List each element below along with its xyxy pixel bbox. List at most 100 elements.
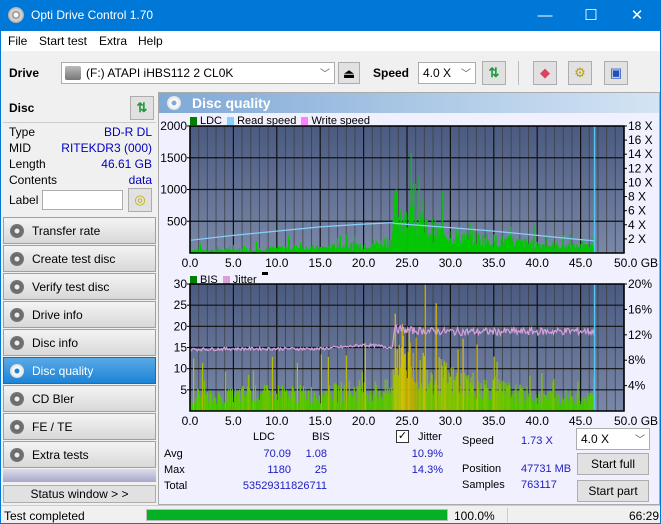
- disc-refresh-button[interactable]: ⇅: [130, 96, 154, 120]
- window-title: Opti Drive Control 1.70: [31, 8, 154, 22]
- nav-create-test-disc[interactable]: Create test disc: [3, 245, 156, 272]
- y2-tick-label: 16 X: [628, 133, 653, 147]
- x-tick-label: 20.0: [352, 414, 376, 428]
- nav-verify-test-disc[interactable]: Verify test disc: [3, 273, 156, 300]
- menu-extra[interactable]: Extra: [99, 34, 127, 48]
- status-window-button[interactable]: Status window > >: [3, 485, 156, 503]
- disc-label-button[interactable]: ◎: [128, 188, 152, 212]
- position-value: 47731 MB: [521, 463, 572, 475]
- x-tick-label: 20.0: [352, 256, 376, 270]
- drive-select[interactable]: (F:) ATAPI iHBS112 2 CL0K ﹀: [61, 62, 335, 84]
- avg-bis: 1.08: [305, 448, 327, 460]
- settings-button[interactable]: ⚙: [568, 61, 592, 85]
- start-full-button[interactable]: Start full: [577, 453, 649, 475]
- y2-tick-label: 4%: [628, 379, 646, 393]
- x-tick-label: 50.0 GB: [614, 256, 658, 270]
- elapsed-time: 66:29: [629, 509, 660, 523]
- info-value: 46.61 GB: [101, 157, 152, 171]
- divider: [507, 508, 508, 522]
- max-label: Max: [164, 464, 185, 476]
- chevron-down-icon: ﹀: [320, 69, 330, 80]
- disc-title: Disc: [9, 101, 35, 115]
- x-tick-label: 50.0 GB: [614, 414, 658, 428]
- chevron-down-icon: ﹀: [461, 69, 471, 80]
- disc-icon: [10, 336, 24, 350]
- col-bis-header: BIS: [312, 431, 330, 443]
- save-button[interactable]: ▣: [604, 61, 628, 85]
- ldc-chart: 5001000150020002 X4 X6 X8 X10 X12 X14 X1…: [160, 119, 658, 270]
- x-tick-label: 25.0: [395, 414, 419, 428]
- disc-mid-row: MID RITEKDR3 (000): [9, 141, 152, 155]
- test-speed-select[interactable]: 4.0 X ﹀: [576, 428, 650, 450]
- start-part-button[interactable]: Start part: [577, 480, 649, 502]
- save-icon: ▣: [609, 65, 623, 80]
- menu-file[interactable]: File: [8, 34, 27, 48]
- y2-tick-label: 20%: [628, 277, 652, 291]
- info-label: Length: [9, 157, 46, 171]
- info-value: data: [128, 173, 152, 187]
- disc-icon: ◎: [134, 192, 146, 207]
- x-tick-label: 15.0: [309, 256, 333, 270]
- nav-extra-tests[interactable]: Extra tests: [3, 441, 156, 468]
- avg-jitter: 10.9%: [411, 448, 443, 460]
- max-bis: 25: [314, 464, 327, 476]
- label-input[interactable]: [42, 190, 123, 210]
- nav-cd-bler[interactable]: CD Bler: [3, 385, 156, 412]
- nav-drive-info[interactable]: Drive info: [3, 301, 156, 328]
- test-speed-value: 4.0 X: [581, 432, 610, 446]
- y2-tick-label: 4 X: [628, 218, 646, 232]
- nav-fe-te[interactable]: FE / TE: [3, 413, 156, 440]
- nav-transfer-rate[interactable]: Transfer rate: [3, 217, 156, 244]
- maximize-button[interactable]: ☐: [568, 0, 614, 31]
- bis-chart: 5 10 15 20 25 30 4% 8% 12% 16% 20% 0.0 5.0 10.0 15.0 20…: [174, 277, 658, 428]
- nav-disc-info[interactable]: Disc info: [3, 329, 156, 356]
- y-tick-label: 5: [180, 383, 187, 397]
- drive-icon: [65, 66, 81, 80]
- nav-label: Verify test disc: [32, 280, 110, 294]
- jitter-checkbox[interactable]: ✓: [396, 430, 409, 443]
- speed-select[interactable]: 4.0 X ﹀: [418, 62, 476, 84]
- toolbar: Drive (F:) ATAPI iHBS112 2 CL0K ﹀ ⏏ Spee…: [1, 51, 660, 92]
- bis-bar: [424, 284, 426, 411]
- y2-tick-label: 8%: [628, 353, 646, 367]
- close-button[interactable]: ✕: [614, 0, 660, 31]
- disc-icon: [10, 308, 24, 322]
- jitter-label: Jitter: [418, 431, 442, 443]
- disc-icon: [10, 448, 24, 462]
- status-bar: Test completed 100.0% 66:29: [1, 505, 660, 523]
- eject-button[interactable]: ⏏: [338, 62, 360, 84]
- x-tick-label: 30.0: [439, 256, 463, 270]
- disc-icon: [10, 420, 24, 434]
- max-jitter: 14.3%: [411, 464, 443, 476]
- menu-help[interactable]: Help: [138, 34, 163, 48]
- refresh-button[interactable]: ⇅: [482, 61, 506, 85]
- progress-text: 100.0%: [454, 509, 495, 523]
- y2-tick-label: 14 X: [628, 147, 653, 161]
- erase-button[interactable]: ◆: [533, 61, 557, 85]
- x-tick-label: 0.0: [182, 414, 199, 428]
- col-ldc-header: LDC: [253, 431, 276, 443]
- nav-label: CD Bler: [32, 392, 75, 406]
- nav-label: Disc info: [32, 336, 79, 350]
- info-label: MID: [9, 141, 31, 155]
- nav-label: Disc quality: [32, 364, 94, 378]
- progress-fill: [147, 510, 447, 520]
- samples-label: Samples: [462, 479, 505, 491]
- minimize-button[interactable]: —: [522, 0, 568, 31]
- disc-length-row: Length 46.61 GB: [9, 157, 152, 171]
- x-tick-label: 40.0: [526, 414, 550, 428]
- panel-header: Disc quality: [159, 93, 659, 113]
- disc-icon: [10, 224, 24, 238]
- panel-title: Disc quality: [192, 95, 271, 111]
- disc-icon: [10, 364, 24, 378]
- x-tick-label: 45.0: [569, 256, 593, 270]
- nav-disc-quality[interactable]: Disc quality: [3, 357, 156, 384]
- y-tick-label: 15: [174, 341, 188, 355]
- y2-tick-label: 16%: [628, 302, 652, 316]
- y-tick-label: 10: [174, 362, 188, 376]
- y-tick-label: 2000: [160, 119, 187, 133]
- menu-start-test[interactable]: Start test: [39, 34, 87, 48]
- x-tick-label: 0.0: [182, 256, 199, 270]
- status-text: Test completed: [4, 509, 85, 523]
- drive-label: Drive: [9, 66, 40, 80]
